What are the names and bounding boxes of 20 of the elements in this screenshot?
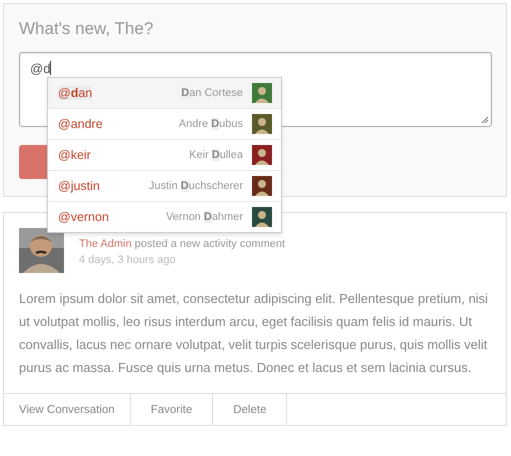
mention-name: Andre Dubus [178,118,243,130]
mention-item[interactable]: @justin Justin Duchscherer [48,170,281,201]
mention-item[interactable]: @dan Dan Cortese [48,78,281,108]
mention-name: Justin Duchscherer [148,180,243,192]
mention-item[interactable]: @andre Andre Dubus [48,108,281,139]
mention-name: Dan Cortese [181,87,243,99]
activity-summary: The Admin posted a new activity comment [79,238,286,250]
mention-handle: @vernon [58,210,109,224]
mention-item[interactable]: @vernon Vernon Dahmer [48,201,281,232]
activity-time: 4 days, 3 hours ago [79,254,177,266]
composer-prompt: What's new, The? [19,19,154,40]
mention-handle: @keir [58,148,91,162]
mention-name: Vernon Dahmer [166,211,243,223]
activity-text: Lorem ipsum dolor sit amet, consectetur adipiscing elit. Pellentesque pretium, nisi ut volutpat mollis, leo risus interdum arcu, eget facilisis quam felis id mauris. Ut convallis, lacus nec ornare volutpat, velit turpis scelerisque purus, quis mollis velit purus ac massa. Fusce quis urna metus. Donec et lacus et sem lacinia cursus. [19,290,489,377]
mention-handle: @dan [58,86,92,100]
mention-handle: @justin [58,179,100,193]
mention-item[interactable]: @keir Keir Dullea [48,139,281,170]
author-link[interactable]: The Admin [79,238,132,250]
mention-name: Keir Dullea [189,149,243,161]
resize-grip-icon[interactable] [481,116,489,124]
